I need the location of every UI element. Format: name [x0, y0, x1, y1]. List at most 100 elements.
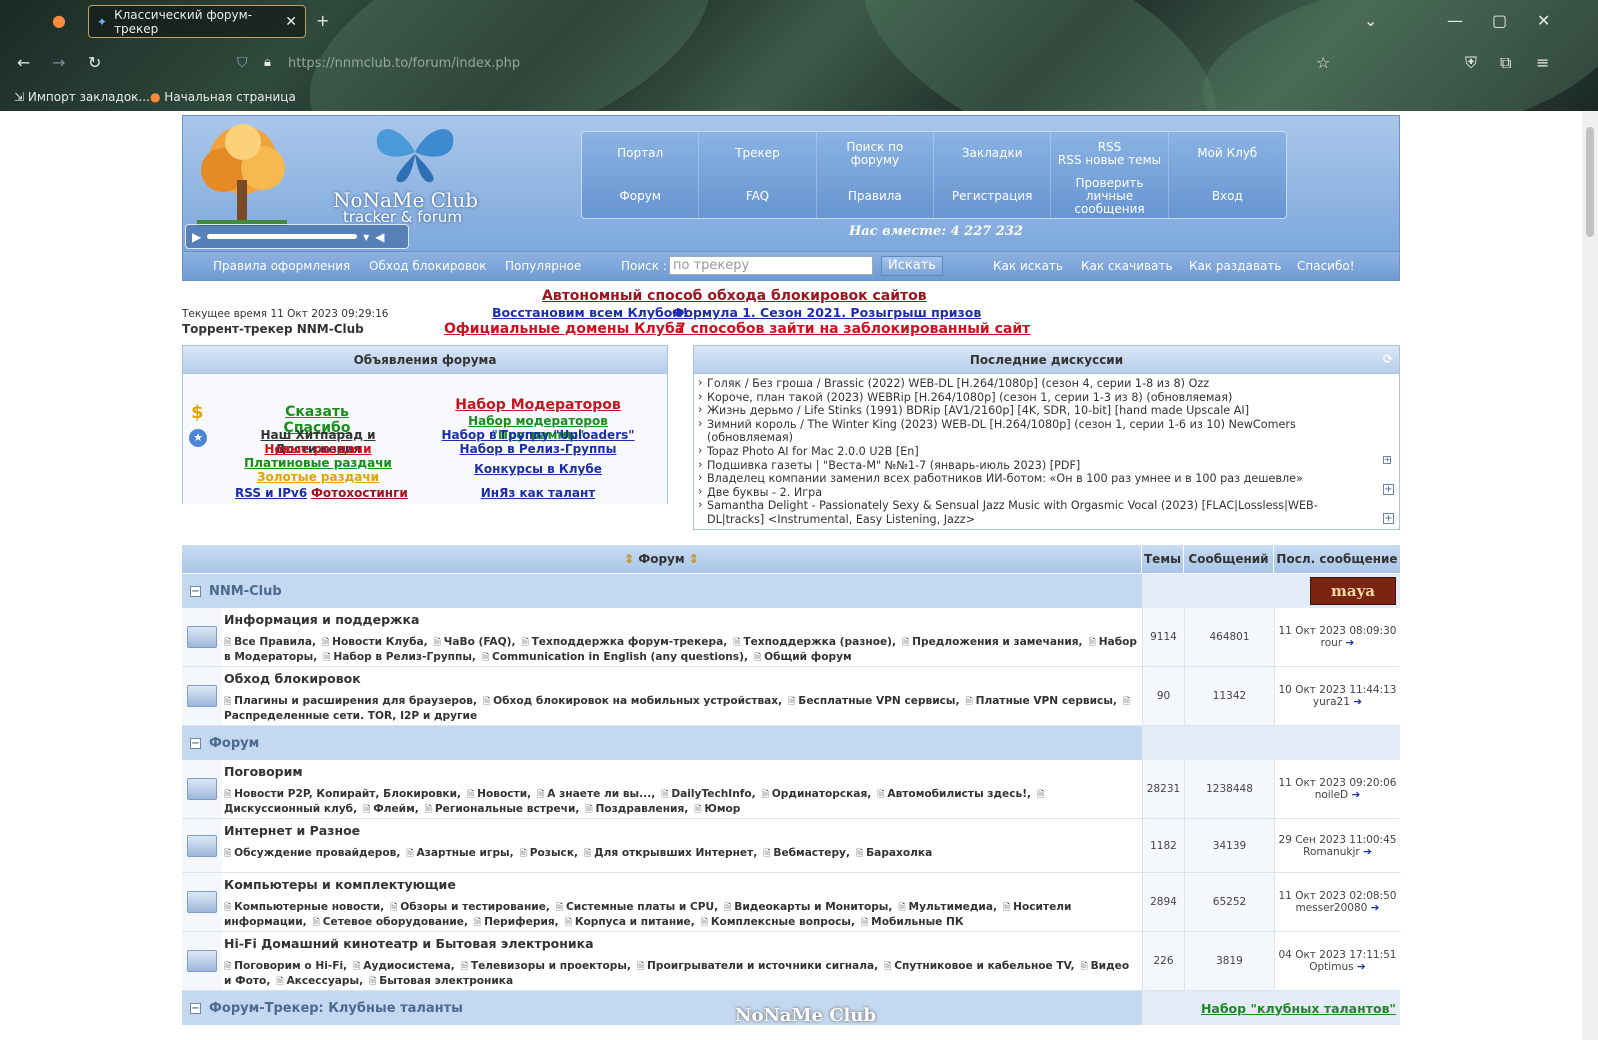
logo-tree-icon[interactable] [187, 120, 299, 228]
forum-title[interactable]: Информация и поддержка [224, 612, 1138, 627]
forum-row[interactable]: Поговорим Новости P2P, Копирайт, Блокиров… [182, 760, 1400, 819]
subnav-how-seed[interactable]: Как раздавать [1189, 259, 1281, 273]
subforum-link[interactable]: Новости, [467, 788, 531, 800]
subforum-link[interactable]: Новости Клуба, [322, 636, 428, 648]
subnav-popular[interactable]: Популярное [505, 259, 581, 273]
subforum-link[interactable]: ЧаВо (FAQ), [434, 636, 516, 648]
reload-icon[interactable]: ↻ [88, 55, 101, 71]
subforum-link[interactable]: Системные платы и CPU, [556, 901, 718, 913]
nav-forum[interactable]: Форум [582, 175, 700, 218]
ann-f1-link[interactable]: Формула 1. Сезон 2021. Розыгрыш призов [672, 305, 981, 320]
forum-title[interactable]: Hi-Fi Домашний кинотеатр и Бытовая элект… [224, 936, 1138, 951]
discussion-item[interactable]: Topaz Photo AI for Mac 2.0.0 U2B [En] [698, 444, 1366, 459]
uploaders-link[interactable]: Набор в Группу "Uploaders" [423, 428, 653, 442]
bookmark-import[interactable]: ⇲ Импорт закладок... [14, 90, 150, 104]
subforum-link[interactable]: Платные VPN сервисы, [966, 695, 1117, 707]
bookmark-home[interactable]: ● Начальная страница [150, 90, 296, 104]
search-input[interactable]: по трекеру [669, 256, 873, 275]
discussion-item[interactable]: Владелец компании заменил всех работнико… [698, 471, 1366, 486]
moderator-recruit-link[interactable]: Набор Модераторов [423, 397, 653, 413]
category-title[interactable]: Форум [209, 736, 259, 751]
last-post-user[interactable]: messer20080 [1296, 902, 1368, 914]
subforum-link[interactable]: Корпуса и питание, [565, 916, 695, 928]
back-icon[interactable]: ← [17, 55, 30, 71]
forum-title[interactable]: Интернет и Разное [224, 823, 1138, 838]
subforum-link[interactable]: Мобильные ПК [861, 916, 964, 928]
volume-icon[interactable]: ◀ [375, 230, 384, 244]
photohosting-link[interactable]: Фотохостинги [311, 486, 408, 500]
player-progress[interactable] [207, 234, 358, 239]
subforum-link[interactable]: Автомобилисты здесь!, [877, 788, 1031, 800]
close-tab-icon[interactable]: ✕ [285, 14, 297, 30]
collapse-icon[interactable]: − [190, 585, 201, 597]
new-releases-link[interactable]: Новые раздачи [223, 442, 413, 456]
close-window-icon[interactable]: ✕ [1537, 13, 1550, 29]
last-post-user[interactable]: yura21 [1313, 696, 1350, 708]
nav-bookmarks[interactable]: Закладки [934, 132, 1052, 175]
forum-title[interactable]: Обход блокировок [224, 671, 1138, 686]
goto-post-icon[interactable]: ➔ [1371, 902, 1380, 914]
inyaz-link[interactable]: ИнЯз как талант [423, 486, 653, 500]
maya-planet-banner[interactable]: maya [1310, 577, 1396, 605]
forum-title[interactable]: Компьютеры и комплектующие [224, 877, 1138, 892]
subforum-link[interactable]: Техподдержка форум-трекера, [521, 636, 727, 648]
firefox-icon[interactable]: ● [52, 13, 66, 29]
subforum-link[interactable]: Плагины и расширения для браузеров, [224, 695, 477, 707]
nav-faq[interactable]: FAQ [699, 175, 817, 218]
nav-my-club[interactable]: Мой Клуб [1169, 132, 1286, 175]
subforum-link[interactable]: Спутниковое и кабельное TV, [884, 960, 1074, 972]
platinum-releases-link[interactable]: Платиновые раздачи [223, 456, 413, 470]
subforum-link[interactable]: Предложения и замечания, [902, 636, 1083, 648]
discussion-item[interactable]: Подшивка газеты | "Веста-М" №№1-7 (январ… [698, 458, 1366, 473]
ann-bypass-link[interactable]: Автономный способ обхода блокировок сайт… [542, 288, 927, 304]
discussion-item[interactable]: Жизнь дерьмо / Life Stinks (1991) BDRip … [698, 403, 1366, 418]
subforum-link[interactable]: Проигрыватели и источники сигнала, [637, 960, 878, 972]
radio-player[interactable]: ▶ ▾ ◀ [185, 224, 409, 249]
category-title[interactable]: Форум-Трекер: Клубные таланты [209, 1001, 463, 1016]
subforum-link[interactable]: Розыск, [520, 847, 578, 859]
category-forum[interactable]: − Форум [182, 726, 1400, 760]
nav-register[interactable]: Регистрация [934, 175, 1052, 218]
subforum-link[interactable]: Юмор [694, 803, 740, 815]
nav-tracker[interactable]: Трекер [699, 132, 817, 175]
last-post-user[interactable]: rour [1321, 637, 1342, 649]
browser-tab[interactable]: ✦ Классический форум-трекер ✕ [88, 5, 306, 38]
subforum-link[interactable]: Аудиосистема, [353, 960, 455, 972]
talents-recruit-link[interactable]: Набор "клубных талантов" [1201, 1001, 1396, 1016]
subforum-link[interactable]: Вебмастеру, [763, 847, 850, 859]
subforum-link[interactable]: Региональные встречи, [425, 803, 580, 815]
scrollbar-thumb[interactable] [1586, 127, 1594, 237]
subforum-link[interactable]: Общий форум [754, 651, 852, 663]
discussion-item[interactable]: Зимний король / The Winter King (2023) W… [698, 417, 1366, 445]
subforum-link[interactable]: Телевизоры и проекторы, [461, 960, 631, 972]
subforum-link[interactable]: Ординаторская, [762, 788, 872, 800]
search-button[interactable]: Искать [881, 256, 943, 276]
menu-icon[interactable]: ≡ [1536, 55, 1549, 71]
forum-row[interactable]: Обход блокировок Плагины и расширения для… [182, 667, 1400, 726]
subforum-link[interactable]: Компьютерные новости, [224, 901, 384, 913]
nav-messages[interactable]: Проверить личные сообщения [1051, 175, 1169, 218]
maximize-icon[interactable]: ▢ [1492, 13, 1507, 29]
nav-portal[interactable]: Портал [582, 132, 700, 175]
page-scrollbar[interactable] [1582, 111, 1598, 1040]
subnav-formatting-rules[interactable]: Правила оформления [213, 259, 350, 273]
extensions-icon[interactable]: ⧉ [1500, 55, 1511, 71]
subforum-link[interactable]: А знаете ли вы..., [537, 788, 655, 800]
dropdown-icon[interactable]: ▾ [363, 230, 369, 244]
subforum-link[interactable]: Communication in English (any questions)… [482, 651, 748, 663]
subforum-link[interactable]: Набор в Релиз-Группы, [323, 651, 476, 663]
forward-icon[interactable]: → [52, 55, 65, 71]
ann-ways-link[interactable]: 7 способов зайти на заблокированный сайт [676, 321, 1030, 337]
subforum-link[interactable]: Для открывших Интернет, [584, 847, 757, 859]
subforum-link[interactable]: Комплексные вопросы, [701, 916, 855, 928]
discussion-item[interactable]: Голяк / Без гроша / Brassic (2022) WEB-D… [698, 376, 1366, 391]
collapse-icon[interactable]: − [190, 1002, 201, 1014]
discussion-item[interactable]: Короче, план такой (2023) WEBRip [H.264/… [698, 390, 1366, 405]
discussion-item[interactable]: Две буквы - 2. Игра [698, 485, 1366, 500]
discussion-item[interactable]: Samantha Delight - Passionately Sexy & S… [698, 498, 1366, 526]
subforum-link[interactable]: DailyTechInfo, [661, 788, 755, 800]
new-tab-icon[interactable]: + [316, 13, 329, 29]
subforum-link[interactable]: Все Правила, [224, 636, 316, 648]
expand-icon[interactable]: + [1383, 484, 1394, 495]
nav-forum-search[interactable]: Поиск по форуму [817, 132, 934, 175]
